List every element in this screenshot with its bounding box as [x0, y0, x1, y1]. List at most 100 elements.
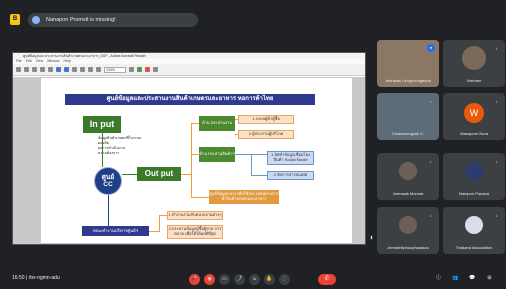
camera-button[interactable]: ◉: [204, 274, 215, 285]
next-page-icon[interactable]: [64, 67, 69, 72]
participant-name: Jeerasak Limpphonganun: [384, 78, 432, 83]
connector: [159, 215, 167, 216]
participant-avatar: [462, 46, 486, 70]
participant-tile[interactable]: ♪ Vietnam: [443, 40, 505, 87]
chat-icon[interactable]: 💬: [469, 275, 476, 282]
fit-page-icon[interactable]: [129, 67, 134, 72]
connector: [235, 119, 238, 120]
slide: ศูนย์ข้อมูลและประสานงานสินค้าเกษตรและอาห…: [41, 78, 352, 243]
save-icon[interactable]: [24, 67, 29, 72]
mic-active-icon: ●: [427, 44, 435, 52]
data-center-box: ศูนย์ข้อมูลกลาง เพื่อใช้ประโยชน์ทางการค้…: [209, 190, 279, 204]
info-icon[interactable]: ⓘ: [435, 275, 442, 282]
participant-name: Vietnam: [466, 78, 482, 83]
participant-name: Nampon Panana: [458, 191, 490, 196]
input-item: ความต้องการ: [98, 150, 120, 155]
mic-off-icon: ♪: [495, 46, 498, 51]
connector: [122, 174, 137, 175]
mic-button[interactable]: 🎤: [189, 274, 200, 285]
connector: [191, 123, 199, 124]
participant-tile[interactable]: ♪ Thailand Association: [443, 207, 505, 254]
meeting-header: B Nanapon Promsit is missing!: [0, 0, 506, 40]
leave-call-button[interactable]: ✆: [318, 274, 336, 285]
center-line-1: ศูนย์: [101, 173, 115, 181]
connector: [191, 154, 199, 155]
meeting-code: rbx-ngmn-adu: [28, 275, 60, 281]
participant-name: Wanaporn Nora: [459, 131, 489, 136]
input-list: ข้อมูลสินค้าเกษตรที่ในระบบ ผลผลิต ผลการด…: [98, 136, 141, 155]
select-icon[interactable]: [72, 67, 77, 72]
hand-tool-icon[interactable]: [80, 67, 85, 72]
app-badge: B: [10, 14, 20, 25]
participant-tile[interactable]: ♪ Jeerakhitphuuphaaiaao: [377, 207, 439, 254]
agency-work-box: 1.ทำงานร่วมกับหน่วยงานต่างๆ: [167, 211, 223, 220]
participant-name: Chainarongsak C.: [391, 131, 425, 136]
presenter-avatar-icon: [32, 16, 40, 24]
participant-name: Thailand Association: [455, 245, 493, 250]
prev-page-icon[interactable]: [56, 67, 61, 72]
participant-tile[interactable]: ● Jeerasak Limpphonganun: [377, 40, 439, 87]
connector: [108, 195, 109, 226]
coordination-box: ด้าน ประสานงาน: [199, 116, 235, 131]
connector: [235, 134, 238, 135]
mic-off-icon: ♪: [495, 99, 498, 104]
comment-icon[interactable]: [137, 67, 142, 72]
pdf-document-area: ศูนย์ข้อมูลและประสานงานสินค้าเกษตรและอาห…: [13, 77, 365, 244]
presenter-notice-text: Nanapon Promsit is missing!: [46, 17, 116, 23]
participant-avatar: [465, 162, 483, 180]
committee-box: คณะทำงานบริหารศูนย์ฯ: [82, 226, 149, 236]
buyer-seller-box: 1.ระบบผู้ค้าผู้ซื้อ: [238, 115, 294, 124]
connector: [191, 197, 209, 198]
email-icon[interactable]: [40, 67, 45, 72]
presenter-notice[interactable]: Nanapon Promsit is missing!: [28, 13, 198, 27]
meeting-time: 16:50 | rbx-ngmn-adu: [12, 275, 60, 281]
more-options-button[interactable]: ⋮: [279, 274, 290, 285]
input-box: In put: [83, 116, 121, 133]
participant-avatar: [399, 162, 417, 180]
participant-tile[interactable]: ♪ Chainarongsak C.: [377, 93, 439, 140]
output-box: Out put: [137, 167, 181, 181]
participant-tile[interactable]: ♪ Jeerasak Monnat: [377, 153, 439, 200]
participant-avatar: [465, 216, 483, 234]
open-icon[interactable]: [16, 67, 21, 72]
participant-tile[interactable]: ♪ Nampon Panana: [443, 153, 505, 200]
connector: [191, 123, 192, 197]
present-button[interactable]: ⤴: [234, 274, 245, 285]
connector: [149, 231, 159, 232]
participant-name: Jeerasak Monnat: [392, 191, 424, 196]
raise-hand-button[interactable]: ✋: [264, 274, 275, 285]
mouse-pointer-icon: [370, 235, 373, 240]
product-coordination-box: ด้าน ประสานสินค้าฯ: [199, 147, 235, 162]
people-icon[interactable]: 👥: [452, 275, 459, 282]
zoom-level[interactable]: 103%: [104, 66, 126, 73]
consumer-box: 2.ผู้ประสานผู้บริโภค: [238, 130, 294, 139]
social-model-box: 1.จัดทำข้อมูลเชื่อมโยงสินค้า Social Mode…: [267, 151, 314, 165]
zoom-out-icon[interactable]: [88, 67, 93, 72]
mic-off-icon: ♪: [429, 159, 432, 164]
search-icon[interactable]: [48, 67, 53, 72]
activities-icon[interactable]: ⊞: [486, 275, 493, 282]
print-icon[interactable]: [32, 67, 37, 72]
information-box: 2.จัดการสารสนเทศ: [267, 171, 314, 180]
highlight-icon[interactable]: [145, 67, 150, 72]
connector: [102, 133, 103, 167]
mic-off-icon: ♪: [495, 213, 498, 218]
mic-off-icon: ♪: [495, 159, 498, 164]
participant-tile[interactable]: W ♪ Wanaporn Nora: [443, 93, 505, 140]
connector: [159, 215, 160, 232]
reactions-button[interactable]: ☺: [249, 274, 260, 285]
zoom-in-icon[interactable]: [96, 67, 101, 72]
participant-avatar: [399, 216, 417, 234]
control-bar: 16:50 | rbx-ngmn-adu 🎤 ◉ ▭ ⤴ ☺ ✋ ⋮ ✆ ⓘ 👥…: [0, 270, 506, 289]
pdf-toolbar: 103%: [13, 64, 365, 76]
participant-initial: W: [464, 103, 484, 123]
participant-name: Jeerakhitphuuphaaiaao: [387, 245, 429, 250]
center-circle: ศูนย์ CC: [94, 167, 122, 195]
sign-icon[interactable]: [153, 67, 158, 72]
mic-off-icon: ♪: [429, 99, 432, 104]
slide-title: ศูนย์ข้อมูลและประสานงานสินค้าเกษตรและอาห…: [65, 94, 315, 105]
connector: [181, 174, 191, 175]
clock: 16:50: [12, 275, 25, 281]
captions-button[interactable]: ▭: [219, 274, 230, 285]
market-coordination-box: 2.ประสานข้อมูลผู้ซื้อผู้ขาย การตลาด เพื่…: [167, 225, 223, 239]
